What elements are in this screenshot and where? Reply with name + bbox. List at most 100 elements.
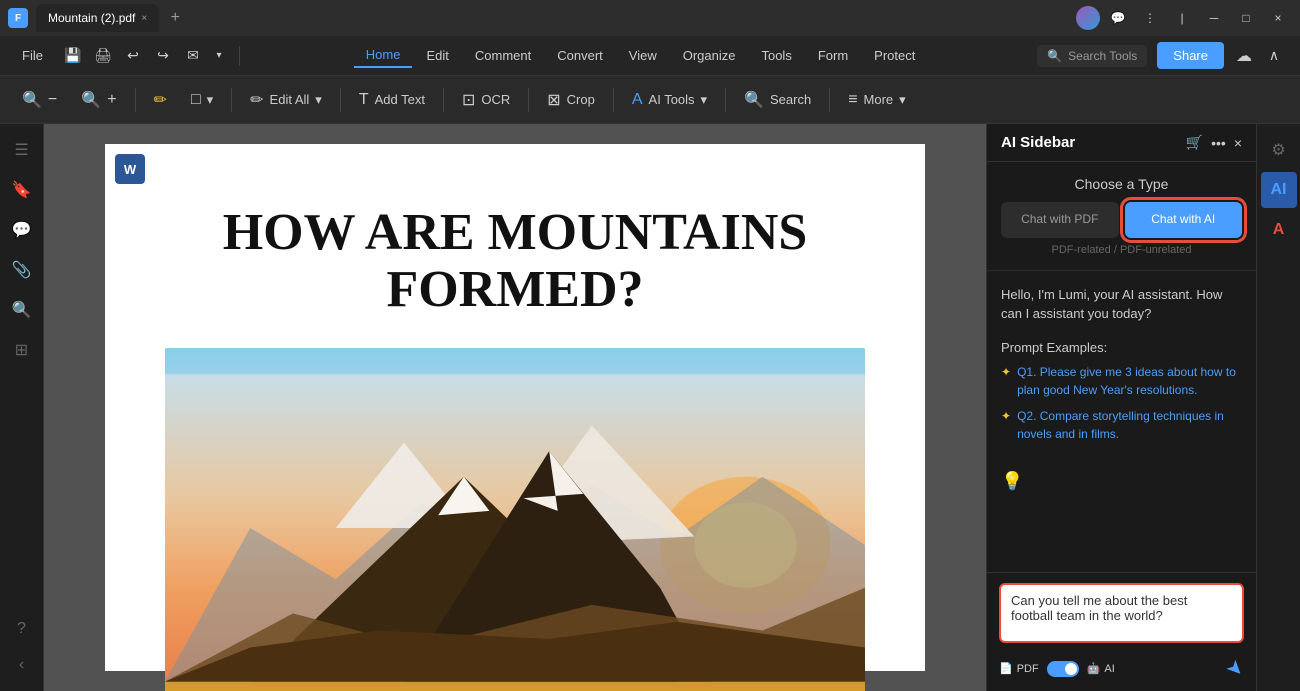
zoom-in-button[interactable]: 🔍 + [71, 84, 126, 116]
close-sidebar-icon[interactable]: × [1234, 135, 1242, 151]
more-options-icon[interactable]: ••• [1211, 135, 1226, 151]
collapse-icon[interactable]: ∧ [1260, 42, 1288, 70]
search-tools-icon: 🔍 [1047, 49, 1062, 63]
share-button[interactable]: Share [1157, 42, 1224, 69]
toggle-switch[interactable] [1047, 661, 1079, 677]
active-tab[interactable]: Mountain (2).pdf × [36, 4, 159, 32]
pages-button[interactable]: ☰ [4, 132, 40, 168]
ai-sidebar: AI Sidebar 🛒 ••• × Choose a Type Chat wi… [986, 124, 1256, 691]
separator-icon: | [1168, 4, 1196, 32]
add-text-icon: T [359, 91, 369, 109]
undo-icon[interactable]: ↩ [119, 42, 147, 70]
chat-icon[interactable]: 💬 [1104, 4, 1132, 32]
nav-home[interactable]: Home [354, 43, 413, 68]
find-button[interactable]: 🔍 [4, 292, 40, 328]
pdf-viewer[interactable]: W HOW ARE MOUNTAINS FORMED? [44, 124, 986, 691]
ai-tools-button[interactable]: A AI Tools ▾ [622, 85, 717, 115]
cloud-icon[interactable]: ☁ [1230, 42, 1258, 70]
menu-bar: File 💾 🖨 ↩ ↪ ✉ ▾ Home Edit Comment Conve… [0, 36, 1300, 76]
menu-dots-icon[interactable]: ⋮ [1136, 4, 1164, 32]
type-buttons: Chat with PDF Chat with AI [1001, 202, 1242, 238]
mail-icon[interactable]: ✉ [179, 42, 207, 70]
zoom-out-button[interactable]: 🔍 − [12, 84, 67, 116]
send-button[interactable]: ➤ [1221, 654, 1251, 684]
prompt-examples: Prompt Examples: ✦ Q1. Please give me 3 … [1001, 340, 1242, 451]
chat-ai-button[interactable]: Chat with AI [1125, 202, 1243, 238]
ai-tools-label: AI Tools [649, 92, 695, 107]
pdf-badge: 📄 PDF [999, 662, 1039, 675]
maximize-button[interactable]: □ [1232, 4, 1260, 32]
attachments-button[interactable]: 📎 [4, 252, 40, 288]
ai-label: AI [1104, 663, 1114, 675]
edit-all-dropdown[interactable]: ▾ [315, 92, 322, 108]
tab-close-icon[interactable]: × [141, 13, 147, 24]
save-icon[interactable]: 💾 [59, 42, 87, 70]
app-icon: F [8, 8, 28, 28]
dropdown-icon[interactable]: ▾ [209, 42, 229, 70]
close-window-button[interactable]: × [1264, 4, 1292, 32]
ai-badge-icon: 🤖 [1087, 662, 1101, 675]
chat-area: Hello, I'm Lumi, your AI assistant. How … [987, 271, 1256, 572]
nav-comment[interactable]: Comment [463, 44, 543, 67]
prompt-text-1: Q1. Please give me 3 ideas about how to … [1017, 363, 1242, 399]
nav-form[interactable]: Form [806, 44, 860, 67]
settings-panel-button[interactable]: ⚙ [1261, 132, 1297, 168]
chat-greeting: Hello, I'm Lumi, your AI assistant. How … [1001, 285, 1242, 324]
bookmarks-button[interactable]: 🔖 [4, 172, 40, 208]
nav-convert[interactable]: Convert [545, 44, 615, 67]
nav-tools[interactable]: Tools [749, 44, 803, 67]
crop-button[interactable]: ⊠ Crop [537, 84, 605, 116]
ocr-icon: ⊡ [462, 90, 475, 110]
nav-view[interactable]: View [617, 44, 669, 67]
nav-organize[interactable]: Organize [671, 44, 748, 67]
search-tools-button[interactable]: 🔍 Search Tools [1037, 45, 1147, 67]
help-button[interactable]: ? [4, 611, 40, 647]
icon-group-save: 💾 🖨 ↩ ↪ ✉ ▾ [59, 42, 229, 70]
minimize-button[interactable]: ─ [1200, 4, 1228, 32]
sidebar-bottom: ? ‹ [4, 611, 40, 683]
layers-button[interactable]: ⊞ [4, 332, 40, 368]
tab-label: Mountain (2).pdf [48, 11, 135, 25]
chat-pdf-button[interactable]: Chat with PDF [1001, 202, 1119, 238]
highlight-icon: ✏ [154, 90, 167, 110]
zoom-out-label: − [48, 91, 57, 109]
nav-edit[interactable]: Edit [414, 44, 460, 67]
ai-tools-dropdown[interactable]: ▾ [701, 92, 708, 108]
redo-icon[interactable]: ↪ [149, 42, 177, 70]
avatar[interactable] [1076, 6, 1100, 30]
prompt-star-2: ✦ [1001, 409, 1011, 423]
ai-panel-button[interactable]: AI [1261, 172, 1297, 208]
add-text-button[interactable]: T Add Text [349, 85, 435, 115]
shape-button[interactable]: □ ▾ [181, 85, 223, 115]
lightbulb-area: 💡 [1001, 463, 1242, 500]
search-button[interactable]: 🔍 Search [734, 84, 821, 116]
edit-all-button[interactable]: ✏ Edit All ▾ [240, 84, 332, 116]
chat-input-footer: 📄 PDF 🤖 AI ➤ [999, 656, 1244, 681]
collapse-sidebar-button[interactable]: ‹ [4, 647, 40, 683]
comments-button[interactable]: 💬 [4, 212, 40, 248]
file-menu[interactable]: File [12, 44, 53, 67]
chat-input[interactable]: Can you tell me about the best football … [999, 583, 1244, 643]
prompt-item-2[interactable]: ✦ Q2. Compare storytelling techniques in… [1001, 407, 1242, 443]
add-tab-button[interactable]: + [163, 6, 187, 30]
edit-icon: ✏ [250, 90, 263, 110]
cart-icon[interactable]: 🛒 [1186, 134, 1203, 151]
nav-protect[interactable]: Protect [862, 44, 927, 67]
pdf-title: HOW ARE MOUNTAINS FORMED? [165, 204, 865, 318]
shape-dropdown[interactable]: ▾ [207, 92, 214, 108]
title-bar-left: F Mountain (2).pdf × + [8, 4, 187, 32]
separator-5 [528, 88, 529, 112]
nav-items: Home Edit Comment Convert View Organize … [246, 43, 1035, 68]
translate-panel-button[interactable]: A [1261, 212, 1297, 248]
prompt-item-1[interactable]: ✦ Q1. Please give me 3 ideas about how t… [1001, 363, 1242, 399]
ai-header-icons: 🛒 ••• × [1186, 134, 1242, 151]
more-dropdown[interactable]: ▾ [899, 92, 906, 108]
lightbulb-icon: 💡 [1001, 471, 1023, 492]
more-button[interactable]: ≡ More ▾ [838, 85, 916, 115]
more-label: More [864, 92, 894, 107]
highlight-button[interactable]: ✏ [144, 84, 177, 116]
tab-bar: Mountain (2).pdf × + [36, 4, 187, 32]
ocr-button[interactable]: ⊡ OCR [452, 84, 520, 116]
separator-4 [443, 88, 444, 112]
print-icon[interactable]: 🖨 [89, 42, 117, 70]
